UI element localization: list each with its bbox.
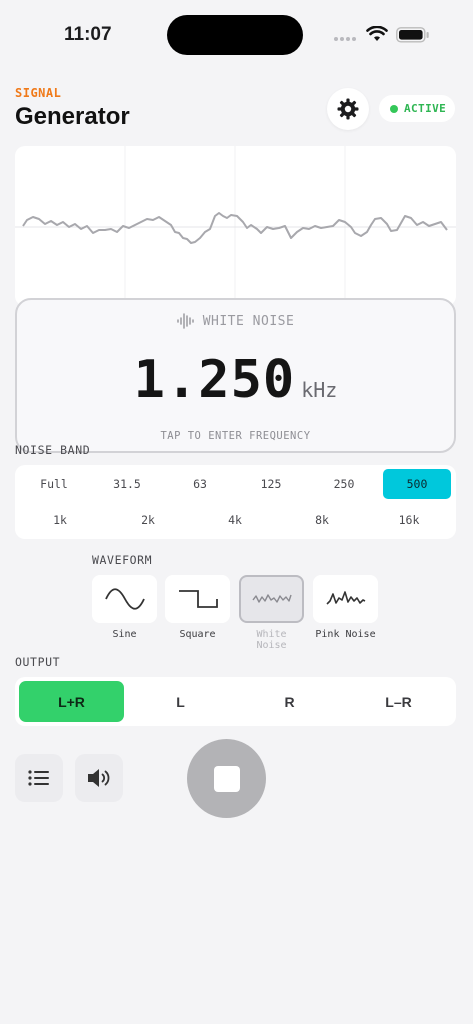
band-option-4k[interactable]: 4k — [200, 505, 270, 535]
output-option-l-plus-r[interactable]: L+R — [19, 681, 124, 722]
band-option-1k[interactable]: 1k — [25, 505, 95, 535]
page-title: Generator — [15, 103, 130, 130]
band-option-125[interactable]: 125 — [237, 469, 305, 499]
status-badge: ACTIVE — [379, 95, 455, 122]
output-option-l-minus-r[interactable]: L–R — [346, 681, 451, 722]
waveform-square-button[interactable] — [165, 575, 230, 623]
output-label: OUTPUT — [15, 655, 61, 669]
waveform-display — [15, 146, 456, 306]
list-button[interactable] — [15, 754, 63, 802]
wifi-icon — [366, 26, 388, 41]
stop-button[interactable] — [187, 739, 266, 818]
band-option-500[interactable]: 500 — [383, 469, 451, 499]
band-option-8k[interactable]: 8k — [287, 505, 357, 535]
cellular-signal-icon — [334, 37, 356, 41]
waveform-pink-noise-button[interactable] — [313, 575, 378, 623]
white-noise-icon — [251, 594, 292, 603]
waveform-white-noise-button[interactable] — [239, 575, 304, 623]
status-time: 11:07 — [64, 24, 112, 45]
list-icon — [28, 770, 49, 786]
waveform-pink-noise-label: Pink Noise — [315, 629, 376, 640]
section-eyebrow: SIGNAL — [15, 86, 62, 100]
band-option-16k[interactable]: 16k — [374, 505, 444, 535]
waveform-sine-label: Sine — [112, 629, 137, 640]
square-wave-icon — [178, 590, 218, 608]
settings-button[interactable] — [327, 88, 369, 130]
band-option-31-5[interactable]: 31.5 — [93, 469, 161, 499]
frequency-unit: kHz — [301, 378, 338, 402]
battery-icon — [396, 27, 429, 43]
waveform-square-label: Square — [179, 629, 216, 640]
speaker-icon — [88, 769, 110, 787]
volume-button[interactable] — [75, 754, 123, 802]
output-option-r[interactable]: R — [237, 681, 342, 722]
band-option-63[interactable]: 63 — [166, 469, 234, 499]
gear-icon — [337, 98, 359, 120]
stop-icon — [213, 765, 240, 792]
frequency-value: 1.250 — [133, 350, 296, 410]
waveform-label: WAVEFORM — [92, 553, 153, 567]
noise-band-selector: Full 31.5 63 125 250 500 1k 2k 4k 8k 16k — [15, 465, 456, 539]
band-option-full[interactable]: Full — [20, 469, 88, 499]
waveform-white-noise-label: White Noise — [256, 629, 287, 651]
status-dot — [390, 104, 398, 113]
band-option-250[interactable]: 250 — [310, 469, 378, 499]
sine-wave-icon — [104, 588, 145, 610]
signal-type-label: WHITE NOISE — [202, 313, 295, 329]
frequency-display[interactable]: WHITE NOISE 1.250 kHz TAP TO ENTER FREQU… — [15, 298, 456, 453]
waveform-icon — [176, 313, 194, 329]
waveform-sine-button[interactable] — [92, 575, 157, 623]
waveform-trace — [15, 146, 456, 306]
output-option-l[interactable]: L — [128, 681, 233, 722]
noise-band-label: NOISE BAND — [15, 443, 91, 457]
frequency-hint: TAP TO ENTER FREQUENCY — [160, 430, 311, 442]
pink-noise-icon — [325, 591, 365, 605]
output-selector: L+R L R L–R — [15, 677, 456, 726]
status-text: ACTIVE — [404, 102, 447, 115]
band-option-2k[interactable]: 2k — [113, 505, 183, 535]
dynamic-island — [167, 15, 303, 55]
